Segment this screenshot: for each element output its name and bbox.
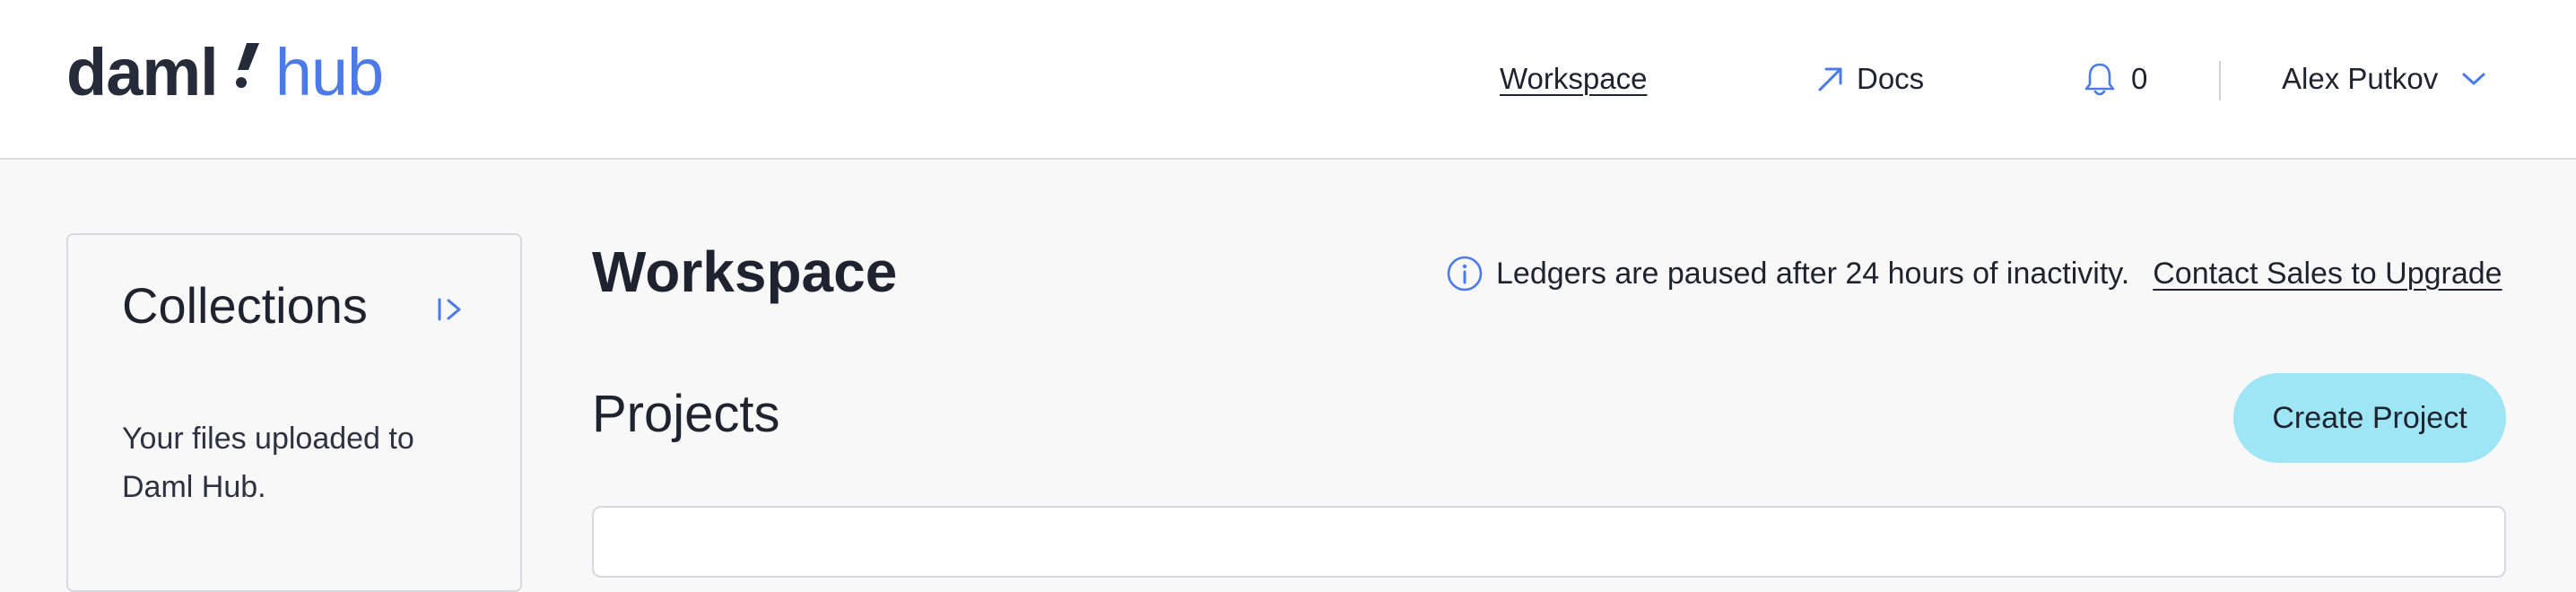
nav-workspace-link[interactable]: Workspace: [1500, 56, 1647, 102]
create-project-button[interactable]: Create Project: [2233, 373, 2506, 463]
notifications-button[interactable]: 0: [2083, 56, 2147, 102]
nav-docs-label: Docs: [1857, 62, 1925, 95]
projects-panel: [592, 506, 2506, 578]
notifications-count: 0: [2131, 62, 2148, 95]
chevron-down-icon: [2462, 73, 2485, 85]
sidebar-title: Collections: [122, 277, 368, 334]
logo-text-daml: daml: [66, 35, 219, 109]
notice-text: Ledgers are paused after 24 hours of ina…: [1496, 256, 2130, 291]
daml-hub-logo[interactable]: daml hub: [66, 35, 384, 111]
nav-divider: [2219, 61, 2221, 100]
logo-text-hub: hub: [274, 35, 384, 109]
inactivity-notice: Ledgers are paused after 24 hours of ina…: [1446, 253, 2502, 294]
expand-sidebar-icon[interactable]: [436, 296, 468, 323]
nav-docs-link[interactable]: Docs: [1815, 56, 1924, 102]
collections-sidebar: Collections Your files uploaded to Daml …: [66, 233, 522, 592]
bell-icon: [2084, 63, 2115, 96]
contact-sales-link[interactable]: Contact Sales to Upgrade: [2153, 257, 2502, 292]
user-menu[interactable]: Alex Putkov: [2282, 56, 2486, 102]
user-name: Alex Putkov: [2282, 62, 2439, 95]
external-link-arrow-icon: [1818, 67, 1842, 91]
logo-slash-icon: [235, 34, 259, 88]
sidebar-description: Your files uploaded to Daml Hub.: [122, 422, 414, 504]
top-navigation-bar: daml hub Workspace Docs 0 Alex Putkov: [0, 0, 2576, 160]
info-icon: [1447, 256, 1483, 292]
projects-heading: Projects: [592, 385, 780, 443]
page-title: Workspace: [592, 239, 898, 304]
